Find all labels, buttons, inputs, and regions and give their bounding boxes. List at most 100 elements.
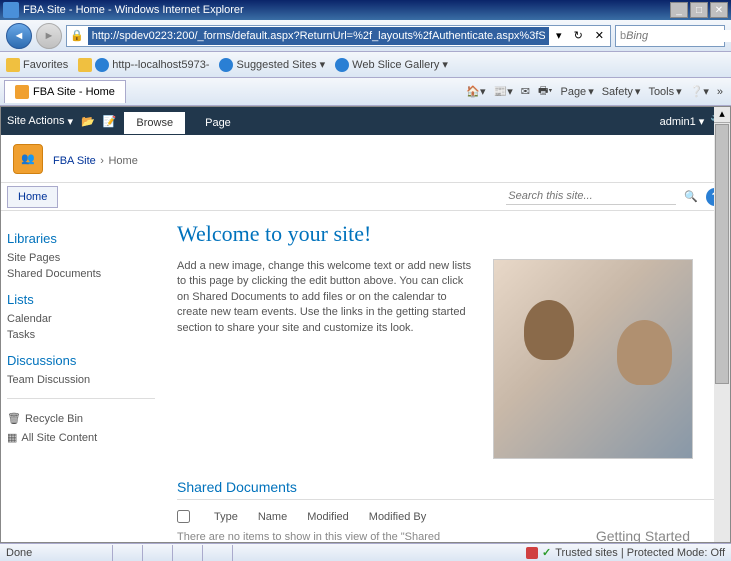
intro-text: Add a new image, change this welcome tex… [177, 259, 477, 459]
empty-list-message: There are no items to show in this view … [177, 527, 467, 543]
doclist-header: Type Name Modified Modified By [177, 506, 714, 527]
ribbon-tab-browse[interactable]: Browse [124, 112, 185, 134]
browser-nav-toolbar: ◄ ► 🔒 ▾ ↻ ✕ b 🔍 [0, 20, 731, 52]
tools-cmd-menu[interactable]: Tools ▾ [648, 82, 681, 101]
navigate-up-button[interactable]: 📂 [81, 115, 95, 128]
window-titlebar: FBA Site - Home - Windows Internet Explo… [0, 0, 731, 20]
col-modified-by[interactable]: Modified By [369, 511, 426, 523]
help-cmd-button[interactable]: ❔▾ [690, 82, 709, 101]
fav-link-1[interactable]: http--localhost5973- [78, 58, 209, 72]
refresh-button[interactable]: ↻ [568, 29, 589, 42]
fav-link-1-label: http--localhost5973- [112, 59, 209, 71]
star-icon [6, 58, 20, 72]
site-actions-menu[interactable]: Site Actions ▾ [7, 115, 73, 128]
col-name[interactable]: Name [258, 511, 287, 523]
favorites-bar: Favorites http--localhost5973- Suggested… [0, 52, 731, 78]
address-bar[interactable]: 🔒 ▾ ↻ ✕ [66, 25, 611, 47]
close-button[interactable]: ✕ [710, 2, 728, 18]
scroll-up-button[interactable]: ▴ [714, 107, 730, 123]
more-cmd-button[interactable]: » [717, 82, 723, 101]
feeds-cmd-button[interactable]: 📰▾ [494, 82, 513, 101]
fav-link-3-label: Web Slice Gallery [352, 59, 439, 71]
nav-link-team-discussion[interactable]: Team Discussion [7, 372, 155, 388]
print-cmd-button[interactable]: 🖶▾ [538, 82, 552, 101]
safety-cmd-menu[interactable]: Safety ▾ [602, 82, 641, 101]
sp-ribbon: Site Actions ▾ 📂 📝 Browse Page admin1 ▾ … [1, 107, 730, 135]
favorites-button[interactable]: Favorites [6, 58, 68, 72]
stop-button[interactable]: ✕ [589, 29, 610, 42]
security-zone-text[interactable]: Trusted sites | Protected Mode: Off [555, 547, 725, 559]
col-modified[interactable]: Modified [307, 511, 349, 523]
star-icon [78, 58, 92, 72]
status-cell [202, 545, 232, 561]
breadcrumb-sep: › [100, 155, 104, 167]
col-type[interactable]: Type [214, 511, 238, 523]
topnav-home[interactable]: Home [7, 186, 58, 208]
browser-tab[interactable]: FBA Site - Home [4, 80, 126, 103]
page-viewport: Site Actions ▾ 📂 📝 Browse Page admin1 ▾ … [0, 106, 731, 543]
ribbon-tab-page[interactable]: Page [193, 112, 243, 134]
maximize-button[interactable]: □ [690, 2, 708, 18]
content-icon: ▦ [7, 431, 17, 444]
shared-docs-heading: Shared Documents [177, 479, 714, 500]
nav-recycle-label: Recycle Bin [25, 413, 83, 425]
status-cell [232, 545, 262, 561]
nav-heading-lists[interactable]: Lists [7, 292, 155, 307]
top-nav-bar: Home 🔍 ? [1, 183, 730, 211]
nav-link-calendar[interactable]: Calendar [7, 311, 155, 327]
ie-icon [95, 58, 109, 72]
status-cell [142, 545, 172, 561]
fav-link-3[interactable]: Web Slice Gallery ▾ [335, 58, 448, 72]
command-bar: 🏠▾ 📰▾ ✉ 🖶▾ Page ▾ Safety ▾ Tools ▾ ❔▾ » [466, 82, 731, 101]
status-bar: Done ✓ Trusted sites | Protected Mode: O… [0, 543, 731, 561]
nav-link-tasks[interactable]: Tasks [7, 327, 155, 343]
ie-icon [219, 58, 233, 72]
site-search-button[interactable]: 🔍 [684, 190, 698, 203]
vertical-scrollbar[interactable]: ▴ [714, 107, 730, 542]
breadcrumb: FBA Site › Home [53, 148, 138, 169]
browser-search-input[interactable] [626, 30, 731, 42]
status-cell [112, 545, 142, 561]
site-title-link[interactable]: FBA Site [53, 155, 96, 167]
site-logo-icon[interactable]: 👥 [13, 144, 43, 174]
breadcrumb-current: Home [108, 155, 137, 167]
favorites-label: Favorites [23, 59, 68, 71]
user-menu[interactable]: admin1 ▾ [660, 115, 705, 128]
recycle-icon: 🗑 [7, 412, 21, 425]
status-cell [172, 545, 202, 561]
nav-heading-libraries[interactable]: Libraries [7, 231, 155, 246]
back-button[interactable]: ◄ [6, 23, 32, 49]
ie-icon [335, 58, 349, 72]
select-all-checkbox[interactable] [177, 510, 190, 523]
home-cmd-button[interactable]: 🏠▾ [466, 82, 485, 101]
nav-divider [7, 398, 155, 399]
site-header: 👥 FBA Site › Home [1, 135, 730, 183]
site-search-input[interactable] [506, 188, 676, 205]
main-body: Libraries Site Pages Shared Documents Li… [1, 211, 730, 542]
nav-link-shared-documents[interactable]: Shared Documents [7, 266, 155, 282]
forward-button[interactable]: ► [36, 23, 62, 49]
fav-link-2-label: Suggested Sites [236, 59, 316, 71]
hero-image [493, 259, 693, 459]
nav-heading-discussions[interactable]: Discussions [7, 353, 155, 368]
browser-tab-row: FBA Site - Home 🏠▾ 📰▾ ✉ 🖶▾ Page ▾ Safety… [0, 78, 731, 106]
status-text: Done [6, 547, 32, 559]
check-icon: ✓ [542, 546, 551, 559]
address-input[interactable] [88, 27, 549, 45]
tab-title: FBA Site - Home [33, 86, 115, 98]
edit-page-button[interactable]: 📝 [103, 115, 117, 128]
getting-started-heading: Getting Started [596, 528, 690, 543]
page-cmd-menu[interactable]: Page ▾ [560, 82, 593, 101]
security-shield-icon[interactable] [526, 547, 538, 559]
browser-search-box[interactable]: b 🔍 [615, 25, 725, 47]
nav-link-site-pages[interactable]: Site Pages [7, 250, 155, 266]
mail-cmd-button[interactable]: ✉ [521, 82, 530, 101]
nav-all-site-content[interactable]: ▦ All Site Content [7, 428, 155, 447]
address-dropdown[interactable]: ▾ [550, 29, 568, 42]
site-actions-label: Site Actions [7, 115, 64, 127]
page-content: Welcome to your site! Add a new image, c… [161, 211, 730, 542]
minimize-button[interactable]: _ [670, 2, 688, 18]
fav-link-2[interactable]: Suggested Sites ▾ [219, 58, 325, 72]
scroll-thumb[interactable] [715, 124, 729, 384]
nav-recycle-bin[interactable]: 🗑 Recycle Bin [7, 409, 155, 428]
